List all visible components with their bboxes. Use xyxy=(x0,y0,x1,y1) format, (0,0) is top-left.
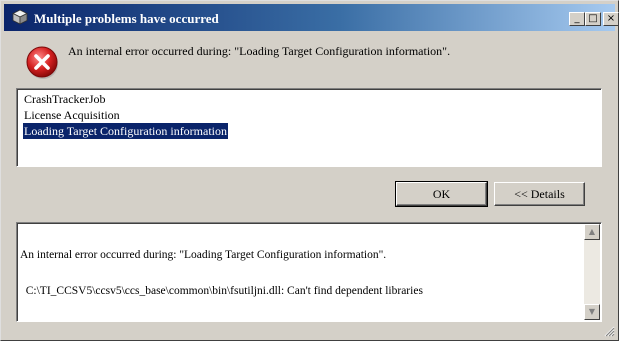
list-item-license-acquisition[interactable]: License Acquisition xyxy=(23,107,121,123)
vertical-scrollbar[interactable]: ▲ ▼ xyxy=(584,224,600,320)
title-bar[interactable]: Multiple problems have occurred _ □ × xyxy=(4,4,619,31)
error-message: An internal error occurred during: "Load… xyxy=(68,44,451,58)
details-text-area[interactable]: An internal error occurred during: "Load… xyxy=(16,222,602,322)
minimize-button[interactable]: _ xyxy=(569,12,585,26)
close-button[interactable]: × xyxy=(603,12,619,26)
error-dialog: Multiple problems have occurred _ □ × An… xyxy=(0,0,619,341)
list-item-loading-target-configuration[interactable]: Loading Target Configuration information xyxy=(23,123,229,139)
details-line-1: An internal error occurred during: "Load… xyxy=(20,249,387,261)
error-icon xyxy=(26,46,58,79)
maximize-button[interactable]: □ xyxy=(585,12,601,26)
scroll-down-arrow-icon[interactable]: ▼ xyxy=(584,304,600,320)
problems-list[interactable]: CrashTrackerJob License Acquisition Load… xyxy=(16,88,602,167)
list-item-crashtrackerjob[interactable]: CrashTrackerJob xyxy=(23,91,107,107)
details-line-2: C:\TI_CCSV5\ccsv5\ccs_base\common\bin\fs… xyxy=(20,285,423,297)
details-content: An internal error occurred during: "Load… xyxy=(20,225,580,321)
details-toggle-button[interactable]: << Details xyxy=(494,182,585,206)
resize-grip-icon[interactable] xyxy=(603,325,615,337)
ok-button[interactable]: OK xyxy=(395,181,488,207)
scroll-up-arrow-icon[interactable]: ▲ xyxy=(584,224,600,240)
app-cube-icon xyxy=(12,9,28,25)
window-title: Multiple problems have occurred xyxy=(34,11,219,26)
